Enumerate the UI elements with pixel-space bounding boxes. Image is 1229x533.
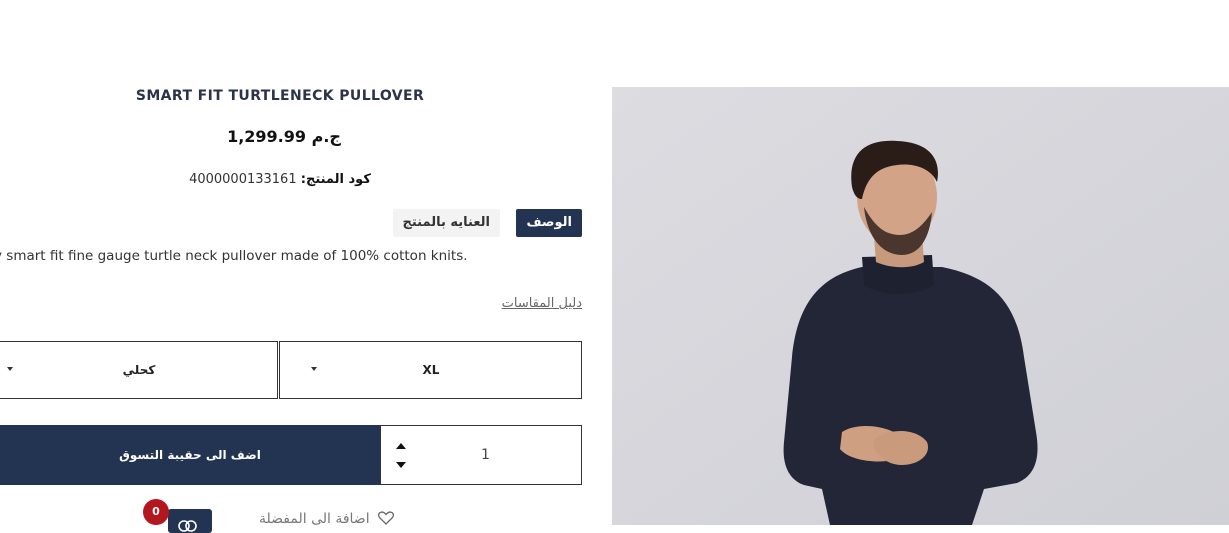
tab-description[interactable]: الوصف [516, 209, 582, 237]
add-to-cart-button[interactable]: اضف الى حقيبة التسوق [0, 425, 380, 485]
sku-label: كود المنتج: [300, 172, 371, 187]
quantity-value: 1 [481, 447, 490, 463]
product-image [612, 87, 1229, 525]
product-description: y smart fit fine gauge turtle neck pullo… [0, 248, 468, 264]
cart-icon [178, 520, 197, 532]
decrement-icon[interactable] [396, 462, 406, 468]
size-select-value: XL [422, 363, 440, 377]
size-select[interactable]: XL [279, 341, 582, 399]
product-title: SMART FIT TURTLENECK PULLOVER [135, 88, 425, 104]
size-guide-link[interactable]: دليل المقاسات [502, 296, 582, 311]
model-photo [612, 87, 1229, 525]
tab-care[interactable]: العنايه بالمنتج [392, 209, 500, 237]
product-sku: 4000000133161 كود المنتج: [0, 172, 560, 187]
color-select[interactable]: كحلي [0, 341, 278, 399]
cart-count-badge: 0 [143, 499, 169, 525]
product-price: ج.م 1,299.99 [227, 127, 341, 146]
quantity-stepper[interactable]: 1 [380, 425, 582, 485]
cart-button[interactable] [168, 509, 212, 533]
color-select-value: كحلي [122, 363, 156, 377]
sku-value: 4000000133161 [189, 172, 297, 187]
heart-icon [378, 511, 395, 525]
increment-icon[interactable] [396, 443, 406, 449]
